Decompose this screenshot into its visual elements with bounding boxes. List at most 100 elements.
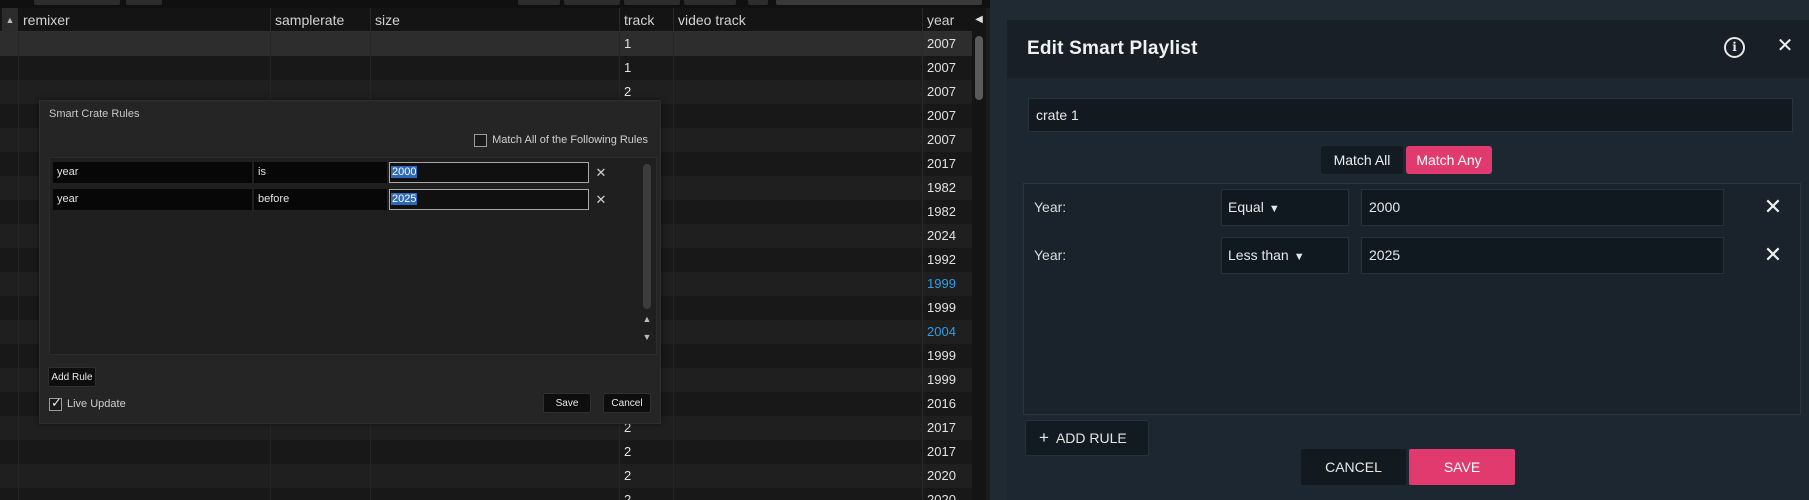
search-field[interactable]: [776, 0, 982, 5]
playlist-rule-list: Year: Equal ▼ 2000 ✕ Year: Less than ▼ 202…: [1023, 183, 1801, 415]
year-cell: 1999: [922, 296, 972, 320]
year-cell: 2017: [922, 416, 972, 440]
track-table-pane: remixer samplerate size track video trac…: [0, 0, 990, 500]
year-cell: 1999: [922, 344, 972, 368]
close-icon[interactable]: ✕: [1773, 34, 1797, 58]
table-row[interactable]: 1 2007: [0, 56, 972, 80]
column-header-track[interactable]: track: [619, 8, 673, 32]
column-header-remixer[interactable]: remixer: [19, 8, 270, 32]
info-icon[interactable]: i: [1724, 37, 1745, 58]
column-divider: [673, 32, 674, 500]
crate-rule-row: year is 2000 ✕: [53, 162, 613, 184]
scroll-down-arrow-icon[interactable]: ▼: [640, 331, 654, 343]
table-row[interactable]: 1 2007: [0, 32, 972, 56]
remove-rule-icon[interactable]: ✕: [593, 189, 609, 210]
crate-rule-scrollbar-thumb[interactable]: [643, 164, 651, 309]
playlist-rule-row: Year: Equal ▼ 2000 ✕: [1024, 189, 1800, 226]
remove-rule-icon[interactable]: ✕: [1758, 192, 1788, 222]
edit-smart-playlist-panel: Edit Smart Playlist i ✕ crate 1 Match Al…: [1007, 20, 1809, 500]
year-cell: 2007: [922, 32, 972, 56]
toolbar-button[interactable]: [34, 0, 120, 5]
crate-rule-operator[interactable]: before: [254, 189, 387, 210]
table-scrollbar-thumb[interactable]: [975, 36, 983, 100]
crate-rule-value-input[interactable]: 2025: [389, 189, 589, 210]
track-number-cell: 1: [619, 56, 673, 80]
add-rule-button[interactable]: + ADD RULE: [1025, 420, 1149, 456]
year-cell: 2007: [922, 80, 972, 104]
column-divider: [18, 32, 19, 500]
toolbar-button[interactable]: [126, 0, 162, 5]
sort-up-arrow-icon[interactable]: ▲: [2, 8, 18, 32]
match-all-rules-toggle[interactable]: Match All of the Following Rules: [474, 133, 648, 147]
crate-rule-field[interactable]: year: [53, 162, 252, 183]
match-all-label: Match All of the Following Rules: [492, 134, 648, 146]
crate-add-rule-button[interactable]: Add Rule: [48, 367, 96, 387]
save-button[interactable]: SAVE: [1409, 449, 1515, 485]
table-scrollbar[interactable]: [972, 32, 986, 500]
year-cell: 1999: [922, 272, 972, 296]
year-cell: 2007: [922, 56, 972, 80]
chevron-down-icon: ▼: [1268, 203, 1280, 215]
track-number-cell: 2: [619, 488, 673, 500]
toolbar-button[interactable]: [518, 0, 560, 5]
crate-cancel-button[interactable]: Cancel: [603, 393, 651, 413]
column-header-size[interactable]: size: [370, 8, 619, 32]
crate-rule-field[interactable]: year: [53, 189, 252, 210]
playlist-name-input[interactable]: crate 1: [1028, 98, 1793, 132]
table-row[interactable]: 2 2017: [0, 440, 972, 464]
toolbar-button[interactable]: [748, 0, 768, 5]
rule-field-label: Year:: [1034, 199, 1067, 215]
column-header-samplerate[interactable]: samplerate: [270, 8, 370, 32]
year-cell: 2020: [922, 464, 972, 488]
rule-value-input[interactable]: 2000: [1361, 189, 1724, 226]
remove-rule-icon[interactable]: ✕: [593, 162, 609, 183]
rule-value-input[interactable]: 2025: [1361, 237, 1724, 274]
year-cell: 1982: [922, 200, 972, 224]
year-cell: 2017: [922, 440, 972, 464]
year-cell: 1999: [922, 368, 972, 392]
panel-header: Edit Smart Playlist i ✕: [1007, 20, 1809, 78]
toolbar-button[interactable]: [624, 0, 680, 5]
live-update-checkbox[interactable]: [49, 395, 62, 411]
track-number-cell: 2: [619, 464, 673, 488]
scroll-up-arrow-icon[interactable]: ▲: [640, 313, 654, 325]
match-all-checkbox[interactable]: [474, 133, 488, 147]
table-row[interactable]: 2 2020: [0, 488, 972, 500]
remove-rule-icon[interactable]: ✕: [1758, 240, 1788, 270]
live-update-toggle[interactable]: Live Update: [49, 395, 126, 411]
match-all-button[interactable]: Match All: [1321, 146, 1403, 174]
rule-operator-value: Equal: [1228, 199, 1264, 215]
year-cell: 1992: [922, 248, 972, 272]
toolbar-button[interactable]: [684, 0, 736, 5]
add-rule-label: ADD RULE: [1055, 430, 1127, 446]
collapse-left-arrow-icon[interactable]: ◀: [972, 8, 986, 32]
year-cell: 2024: [922, 224, 972, 248]
crate-rule-scrollbar[interactable]: ▲ ▼: [640, 161, 654, 353]
live-update-label: Live Update: [67, 398, 126, 410]
year-cell: 2016: [922, 392, 972, 416]
year-cell: 2020: [922, 488, 972, 500]
smart-crate-dialog: Smart Crate Rules Match All of the Follo…: [39, 100, 661, 424]
crate-rule-value-input[interactable]: 2000: [389, 162, 589, 183]
smart-crate-title: Smart Crate Rules: [49, 108, 140, 120]
app-root: remixer samplerate size track video trac…: [0, 0, 1809, 500]
column-header-year[interactable]: year: [922, 8, 972, 32]
toolbar-button[interactable]: [564, 0, 620, 5]
crate-rule-operator[interactable]: is: [254, 162, 387, 183]
rule-operator-value: Less than: [1228, 247, 1289, 263]
rule-field-label: Year:: [1034, 247, 1067, 263]
year-cell: 2007: [922, 104, 972, 128]
year-cell: 2004: [922, 320, 972, 344]
track-number-cell: 1: [619, 32, 673, 56]
column-header-row: remixer samplerate size track video trac…: [0, 8, 972, 32]
crate-rule-value-text: 2000: [391, 166, 418, 178]
rule-operator-dropdown[interactable]: Less than ▼: [1221, 237, 1349, 274]
column-header-video-track[interactable]: video track: [673, 8, 922, 32]
table-row[interactable]: 2 2020: [0, 464, 972, 488]
cancel-button[interactable]: CANCEL: [1301, 449, 1406, 485]
playlist-rule-row: Year: Less than ▼ 2025 ✕: [1024, 237, 1800, 274]
crate-save-button[interactable]: Save: [543, 393, 591, 413]
smart-crate-rule-list: year is 2000 ✕ year before 2025 ✕ ▲ ▼: [49, 157, 657, 355]
rule-operator-dropdown[interactable]: Equal ▼: [1221, 189, 1349, 226]
match-any-button[interactable]: Match Any: [1406, 146, 1492, 174]
